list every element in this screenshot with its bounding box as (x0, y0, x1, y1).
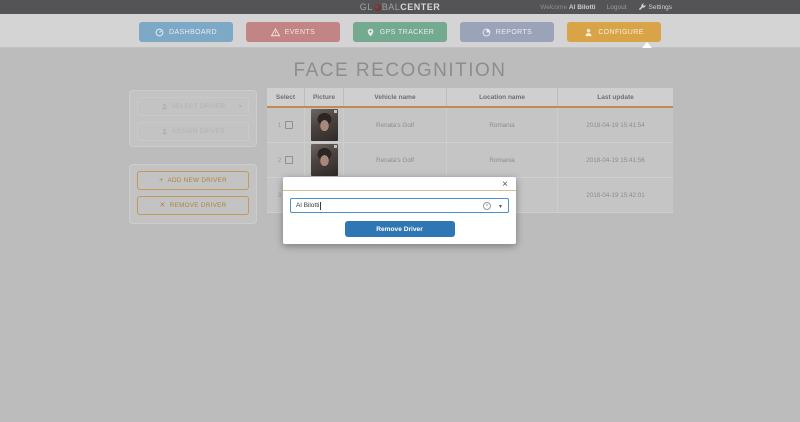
plus-icon: + (159, 177, 164, 184)
select-driver-label: SELECT DRIVER (171, 103, 226, 110)
select-driver-dropdown[interactable]: SELECT DRIVER ▾ (137, 97, 249, 116)
row-checkbox[interactable] (285, 156, 294, 164)
row-index: 1 (277, 121, 282, 129)
remove-driver-label: REMOVE DRIVER (169, 202, 227, 209)
nav-reports-button[interactable]: REPORTS (460, 22, 554, 42)
nav-label: CONFIGURE (598, 28, 644, 36)
row-index: 3 (277, 191, 282, 199)
modal-remove-driver-button[interactable]: Remove Driver (344, 221, 455, 237)
warning-icon (270, 27, 280, 36)
wrench-icon (638, 3, 646, 10)
nav-strip: DASHBOARD EVENTS GPS TRACKER REPORTS CON… (0, 14, 800, 48)
person-icon (161, 128, 167, 135)
welcome-text: Welcome Al Bilotti (540, 4, 596, 11)
col-header-select: Select (267, 88, 305, 106)
col-header-location-name: Location name (447, 88, 558, 106)
pie-chart-icon (482, 28, 491, 36)
assign-driver-label: ASSIGN DRIVER (171, 128, 226, 135)
add-new-driver-label: ADD NEW DRIVER (167, 177, 227, 184)
driver-manage-panel: + ADD NEW DRIVER ✕ REMOVE DRIVER (129, 164, 257, 224)
active-tab-notch (642, 42, 652, 48)
nav-configure-button[interactable]: CONFIGURE (567, 22, 661, 48)
vehicle-name-cell: Renata's Golf (344, 108, 447, 142)
col-header-picture: Picture (305, 88, 344, 106)
user-name: Al Bilotti (568, 3, 596, 11)
driver-photo (310, 144, 338, 176)
cross-icon: ✕ (159, 202, 166, 209)
driver-photo (310, 109, 338, 141)
logo-o-icon (373, 3, 381, 11)
clear-input-icon[interactable]: × (483, 202, 491, 210)
location-name-cell: Romania (447, 143, 558, 177)
nav-label: EVENTS (284, 28, 316, 36)
location-pin-icon (367, 28, 374, 36)
logo-text-prefix: GL (359, 2, 373, 12)
nav-events-button[interactable]: EVENTS (246, 22, 340, 42)
nav-dashboard-button[interactable]: DASHBOARD (139, 22, 233, 42)
col-header-vehicle-name: Vehicle name (344, 88, 447, 106)
logo-text-suffix: CENTER (400, 2, 441, 12)
person-icon (585, 28, 592, 36)
logout-link[interactable]: Logout (607, 4, 627, 11)
last-update-cell: 2018-04-19 15:42:01 (586, 191, 645, 199)
table-row: 1 Renata's Golf Romania 2018-04-19 15:41… (267, 108, 673, 143)
settings-label: Settings (648, 3, 673, 11)
assign-driver-button[interactable]: ASSIGN DRIVER (137, 122, 249, 141)
row-index: 2 (277, 156, 282, 164)
chevron-down-icon: ▾ (238, 104, 242, 110)
page-title: FACE RECOGNITION (293, 60, 507, 81)
remove-driver-button[interactable]: ✕ REMOVE DRIVER (137, 196, 249, 215)
driver-input-value: Al Bilotti (296, 202, 320, 209)
settings-link[interactable]: Settings (638, 3, 673, 11)
app-logo: GL BAL CENTER (0, 0, 800, 14)
vehicle-name-cell: Renata's Golf (344, 143, 447, 177)
location-name-cell: Romania (447, 108, 558, 142)
add-new-driver-button[interactable]: + ADD NEW DRIVER (137, 171, 249, 190)
text-cursor (320, 201, 322, 210)
col-header-last-update: Last update (597, 93, 634, 101)
table-header-row: Select Picture Vehicle name Location nam… (267, 88, 673, 108)
driver-select-input[interactable]: Al Bilotti × ▾ (290, 198, 509, 213)
table-row: 2 Renata's Golf Romania 2018-04-19 15:41… (267, 143, 673, 178)
gauge-icon (155, 28, 164, 36)
dropdown-caret-icon[interactable]: ▾ (499, 203, 502, 210)
last-update-cell: 2018-04-19 15:41:56 (586, 156, 645, 164)
modal-divider (283, 190, 516, 191)
driver-select-panel: SELECT DRIVER ▾ ASSIGN DRIVER (129, 90, 257, 147)
welcome-label: Welcome (540, 3, 569, 11)
nav-label: GPS TRACKER (379, 28, 435, 36)
top-header-bar: GL BAL CENTER Welcome Al Bilotti Logout Se… (0, 0, 800, 14)
nav-label: REPORTS (495, 28, 533, 36)
last-update-cell: 2018-04-19 15:41:54 (586, 121, 645, 129)
row-checkbox[interactable] (285, 121, 294, 129)
remove-driver-modal: × Al Bilotti × ▾ Remove Driver (283, 177, 516, 244)
nav-label: DASHBOARD (169, 28, 217, 36)
nav-gps-tracker-button[interactable]: GPS TRACKER (353, 22, 447, 42)
logo-text-mid: BAL (381, 2, 401, 12)
person-icon (161, 103, 167, 110)
